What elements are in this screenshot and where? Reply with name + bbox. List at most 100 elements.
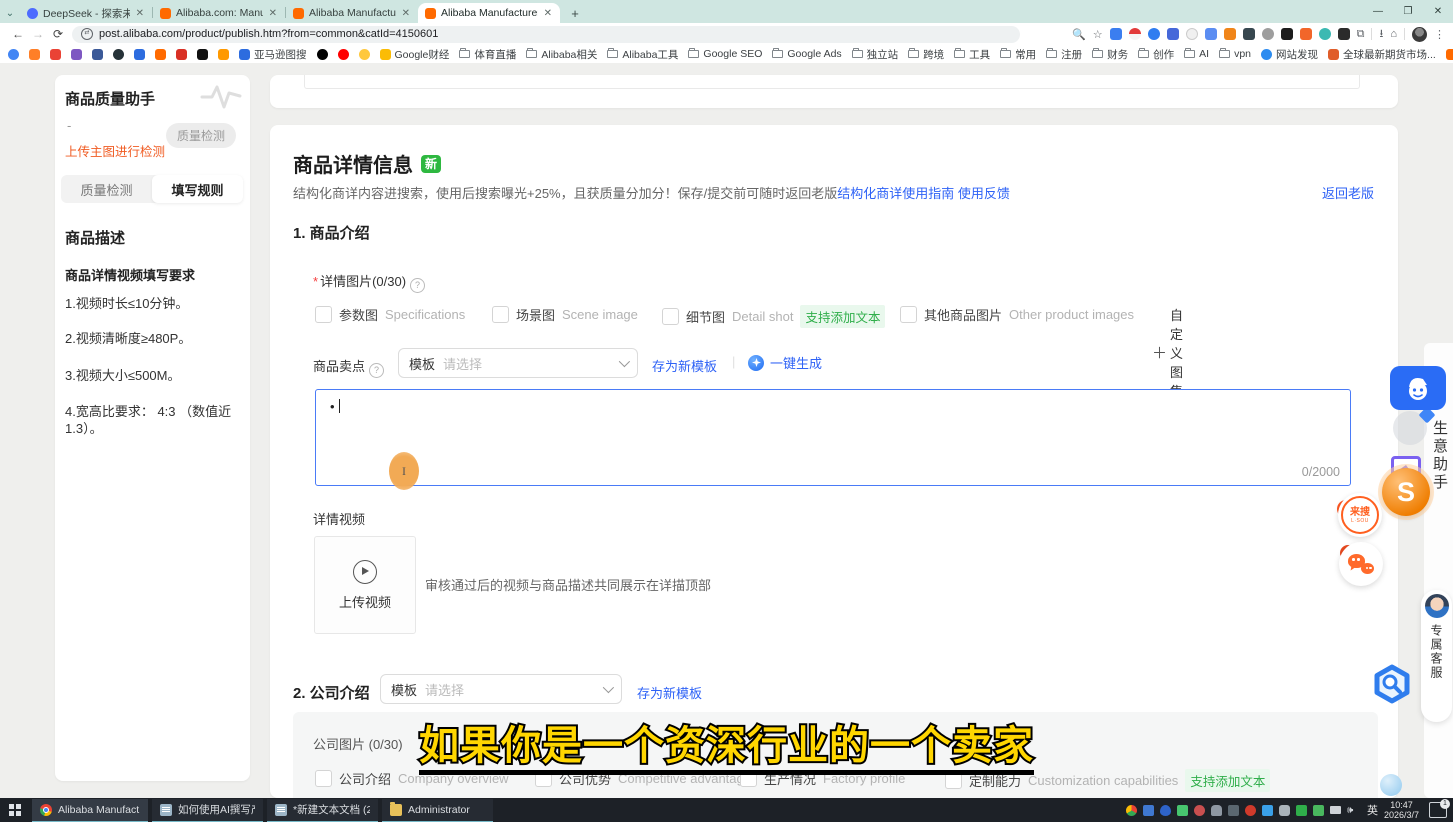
bookmark-folder[interactable]: 常用 (1000, 47, 1036, 62)
bookmark-icon[interactable] (134, 49, 145, 60)
extension-icon[interactable] (1224, 28, 1236, 40)
extension-icon[interactable] (1319, 28, 1331, 40)
reload-icon[interactable]: ⟳ (48, 27, 68, 41)
tab-search-chevron-icon[interactable]: ⌄ (0, 3, 20, 23)
messages-icon[interactable] (1177, 805, 1188, 816)
tab-close-icon[interactable]: ✕ (135, 8, 145, 19)
laisou-search-button[interactable]: 来搜 L·SOU (1338, 493, 1382, 537)
extension-icon[interactable] (1148, 28, 1160, 40)
extension-icon[interactable] (1167, 28, 1179, 40)
extension-icon[interactable] (1262, 28, 1274, 40)
clock[interactable]: 10:47 2026/3/7 (1384, 800, 1419, 820)
bookmark-icon[interactable] (155, 49, 166, 60)
bookmark-folder[interactable]: 跨境 (908, 47, 944, 62)
bookmark-star-icon[interactable]: ☆ (1093, 28, 1103, 41)
feedback-link[interactable]: 使用反馈 (958, 186, 1010, 201)
widgets-icon[interactable] (1313, 805, 1324, 816)
bookmark-folder[interactable]: vpn (1219, 48, 1251, 60)
new-tab-button[interactable]: + (566, 4, 584, 22)
bookmark-icon[interactable] (197, 49, 208, 60)
close-button[interactable]: ✕ (1423, 0, 1453, 23)
language-indicator[interactable]: 英 (1367, 802, 1378, 818)
microphone-icon[interactable] (1211, 805, 1222, 816)
reading-list-icon[interactable]: ⌂ (1390, 28, 1397, 40)
tab-quality-detect[interactable]: 质量检测 (61, 175, 152, 203)
browser-tab-3[interactable]: Alibaba Manufacturer Direct... ✕ (286, 3, 418, 23)
bookmark-folder[interactable]: Alibaba工具 (607, 47, 678, 62)
checkbox-icon[interactable] (315, 306, 332, 323)
back-icon[interactable]: ← (8, 27, 28, 41)
taskbar-app-notepad-1[interactable]: 如何使用AI撰写产... (152, 799, 263, 822)
profile-avatar[interactable] (1412, 27, 1427, 42)
bookmark-folder[interactable]: AI (1184, 48, 1209, 60)
help-icon[interactable]: ? (369, 363, 384, 378)
extension-icon[interactable] (1186, 28, 1198, 40)
browser-tab-1[interactable]: DeepSeek - 探索未至之境 ✕ (20, 3, 152, 23)
bookmark-icon[interactable] (50, 49, 61, 60)
zoom-icon[interactable]: 🔍 (1072, 28, 1086, 41)
extension-icon[interactable] (1338, 28, 1350, 40)
smiley-icon[interactable] (359, 49, 370, 60)
taskbar-app-chrome[interactable]: Alibaba Manufact... (32, 799, 148, 822)
bookmark-icon[interactable] (176, 49, 187, 60)
company-template-select[interactable]: 模板 请选择 (380, 674, 622, 704)
back-to-old-link[interactable]: 返回老版 (1322, 183, 1374, 202)
checkbox-specifications[interactable]: 参数图 Specifications (315, 305, 465, 324)
site-info-icon[interactable]: ⇄ (81, 28, 93, 40)
bookmark-folder[interactable]: 独立站 (852, 47, 899, 62)
tab-close-icon[interactable]: ✕ (543, 8, 553, 19)
taskbar-app-notepad-2[interactable]: *新建文本文档 (2).t... (267, 799, 378, 822)
bookmark-folder[interactable]: Google SEO (688, 48, 762, 60)
extension-icon[interactable] (1300, 28, 1312, 40)
bookmark-icon[interactable] (113, 49, 124, 60)
checkbox-detail-shot[interactable]: 细节图 Detail shot 支持添加文本 (662, 305, 885, 328)
forward-icon[interactable]: → (28, 27, 48, 41)
bookmark-folder[interactable]: 财务 (1092, 47, 1128, 62)
upload-video-button[interactable]: 上传视频 (314, 536, 416, 634)
bookmark-icon[interactable] (218, 49, 229, 60)
extension-icon[interactable] (1243, 28, 1255, 40)
extension-icon[interactable] (1129, 28, 1141, 40)
defender-shield-icon[interactable] (1160, 805, 1171, 816)
bookmark-folder[interactable]: 创作 (1138, 47, 1174, 62)
checkbox-scene-image[interactable]: 场景图 Scene image (492, 305, 638, 324)
bookmark-folder[interactable]: Google Ads (772, 48, 841, 60)
extension-icon[interactable] (1205, 28, 1217, 40)
business-assistant-icon[interactable] (1390, 366, 1446, 410)
chrome-tray-icon[interactable] (1126, 805, 1137, 816)
image-search-button[interactable] (1372, 664, 1412, 707)
restore-button[interactable]: ❐ (1393, 0, 1423, 23)
start-button[interactable] (0, 798, 30, 822)
bookmark-icon[interactable] (92, 49, 103, 60)
bookmark-link[interactable]: 全球最新期货市场... (1328, 47, 1436, 62)
phone-link-icon[interactable] (1279, 805, 1290, 816)
company-save-template-link[interactable]: 存为新模板 (637, 683, 702, 702)
s-logo-button[interactable]: S (1382, 468, 1430, 516)
notification-center-icon[interactable]: 1 (1429, 802, 1447, 818)
wechat-tray-icon[interactable] (1296, 805, 1307, 816)
minimize-button[interactable]: — (1363, 0, 1393, 23)
bookmark-link[interactable]: 改国家 (1446, 47, 1453, 62)
bookmark-folder[interactable]: 工具 (954, 47, 990, 62)
bookmark-icon[interactable] (71, 49, 82, 60)
collapsed-widget-button[interactable] (1380, 774, 1402, 796)
bookmark-google-finance[interactable]: Google财经 (380, 47, 450, 62)
customer-service-widget[interactable]: 专属客服 (1421, 590, 1452, 722)
checkbox-icon[interactable] (662, 308, 679, 325)
url-text[interactable]: post.alibaba.com/product/publish.htm?fro… (99, 28, 438, 40)
browser-tab-4-active[interactable]: Alibaba Manufacturer Direct... ✕ (418, 3, 560, 23)
bookmark-icon[interactable] (8, 49, 19, 60)
business-assistant-label[interactable]: 生意助手 (1429, 420, 1450, 492)
template-select[interactable]: 模板 请选择 (398, 348, 638, 378)
selling-point-textarea[interactable]: • 0/2000 I (315, 389, 1351, 486)
upload-main-image-link[interactable]: 上传主图进行检测 (65, 141, 165, 160)
photos-icon[interactable] (1228, 805, 1239, 816)
drive-icon[interactable] (1143, 805, 1154, 816)
guide-link[interactable]: 结构化商详使用指南 (837, 186, 954, 201)
checkbox-icon[interactable] (492, 306, 509, 323)
bookmark-link[interactable]: 网站发现 (1261, 47, 1318, 62)
security-icon[interactable] (1245, 805, 1256, 816)
menu-icon[interactable]: ⋮ (1434, 28, 1445, 41)
checkbox-other-images[interactable]: 其他商品图片 Other product images (900, 305, 1134, 324)
custom-gallery-button[interactable]: ＋ 自定义图集 (1152, 305, 1183, 400)
